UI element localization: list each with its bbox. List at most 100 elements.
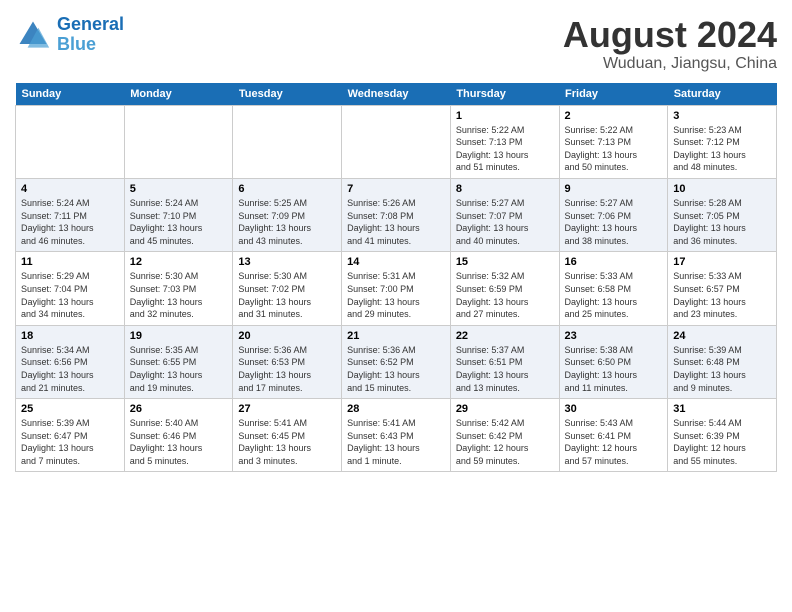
day-info: Sunrise: 5:30 AM Sunset: 7:03 PM Dayligh…: [130, 270, 228, 320]
day-info: Sunrise: 5:26 AM Sunset: 7:08 PM Dayligh…: [347, 197, 445, 247]
day-number: 20: [238, 330, 336, 342]
day-info: Sunrise: 5:36 AM Sunset: 6:53 PM Dayligh…: [238, 344, 336, 394]
day-info: Sunrise: 5:27 AM Sunset: 7:07 PM Dayligh…: [456, 197, 554, 247]
day-number: 29: [456, 403, 554, 415]
table-row: 30 Sunrise: 5:43 AM Sunset: 6:41 PM Dayli…: [559, 399, 668, 472]
day-info: Sunrise: 5:39 AM Sunset: 6:48 PM Dayligh…: [673, 344, 771, 394]
logo-text: GeneralBlue: [57, 15, 124, 55]
table-row: 27 Sunrise: 5:41 AM Sunset: 6:45 PM Dayli…: [233, 399, 342, 472]
day-info: Sunrise: 5:41 AM Sunset: 6:43 PM Dayligh…: [347, 417, 445, 467]
day-number: 12: [130, 256, 228, 268]
day-info: Sunrise: 5:24 AM Sunset: 7:11 PM Dayligh…: [21, 197, 119, 247]
day-number: 27: [238, 403, 336, 415]
logo: GeneralBlue: [15, 15, 124, 55]
day-number: 18: [21, 330, 119, 342]
col-friday: Friday: [559, 83, 668, 106]
table-row: 13Sunrise: 5:30 AM Sunset: 7:02 PM Dayli…: [233, 252, 342, 325]
table-row: 20 Sunrise: 5:36 AM Sunset: 6:53 PM Dayli…: [233, 325, 342, 398]
page-container: GeneralBlue August 2024 Wuduan, Jiangsu,…: [0, 0, 792, 482]
day-info: Sunrise: 5:42 AM Sunset: 6:42 PM Dayligh…: [456, 417, 554, 467]
table-row: 19 Sunrise: 5:35 AM Sunset: 6:55 PM Dayli…: [124, 325, 233, 398]
day-number: 22: [456, 330, 554, 342]
table-row: 26 Sunrise: 5:40 AM Sunset: 6:46 PM Dayli…: [124, 399, 233, 472]
table-row: 8Sunrise: 5:27 AM Sunset: 7:07 PM Daylig…: [450, 178, 559, 251]
table-row: 22 Sunrise: 5:37 AM Sunset: 6:51 PM Dayli…: [450, 325, 559, 398]
day-info: Sunrise: 5:33 AM Sunset: 6:57 PM Dayligh…: [673, 270, 771, 320]
table-row: 24 Sunrise: 5:39 AM Sunset: 6:48 PM Dayli…: [668, 325, 777, 398]
table-row: [233, 105, 342, 178]
day-info: Sunrise: 5:41 AM Sunset: 6:45 PM Dayligh…: [238, 417, 336, 467]
day-info: Sunrise: 5:36 AM Sunset: 6:52 PM Dayligh…: [347, 344, 445, 394]
table-row: [16, 105, 125, 178]
table-row: 16Sunrise: 5:33 AM Sunset: 6:58 PM Dayli…: [559, 252, 668, 325]
table-row: 28 Sunrise: 5:41 AM Sunset: 6:43 PM Dayli…: [342, 399, 451, 472]
day-number: 14: [347, 256, 445, 268]
table-row: 9 Sunrise: 5:27 AM Sunset: 7:06 PM Daylig…: [559, 178, 668, 251]
day-number: 15: [456, 256, 554, 268]
table-row: 7 Sunrise: 5:26 AM Sunset: 7:08 PM Daylig…: [342, 178, 451, 251]
day-info: Sunrise: 5:29 AM Sunset: 7:04 PM Dayligh…: [21, 270, 119, 320]
table-row: 10 Sunrise: 5:28 AM Sunset: 7:05 PM Dayli…: [668, 178, 777, 251]
page-header: GeneralBlue August 2024 Wuduan, Jiangsu,…: [15, 15, 777, 73]
calendar-header-row: Sunday Monday Tuesday Wednesday Thursday…: [16, 83, 777, 106]
day-number: 9: [565, 183, 663, 195]
day-number: 26: [130, 403, 228, 415]
day-number: 23: [565, 330, 663, 342]
col-thursday: Thursday: [450, 83, 559, 106]
day-info: Sunrise: 5:28 AM Sunset: 7:05 PM Dayligh…: [673, 197, 771, 247]
table-row: 12 Sunrise: 5:30 AM Sunset: 7:03 PM Dayli…: [124, 252, 233, 325]
day-number: 7: [347, 183, 445, 195]
table-row: 14 Sunrise: 5:31 AM Sunset: 7:00 PM Dayli…: [342, 252, 451, 325]
calendar-week-row: 25Sunrise: 5:39 AM Sunset: 6:47 PM Dayli…: [16, 399, 777, 472]
day-number: 30: [565, 403, 663, 415]
day-info: Sunrise: 5:35 AM Sunset: 6:55 PM Dayligh…: [130, 344, 228, 394]
day-number: 16: [565, 256, 663, 268]
col-saturday: Saturday: [668, 83, 777, 106]
logo-icon: [15, 17, 51, 53]
calendar-week-row: 11Sunrise: 5:29 AM Sunset: 7:04 PM Dayli…: [16, 252, 777, 325]
day-info: Sunrise: 5:44 AM Sunset: 6:39 PM Dayligh…: [673, 417, 771, 467]
location: Wuduan, Jiangsu, China: [563, 55, 777, 73]
day-number: 28: [347, 403, 445, 415]
day-number: 25: [21, 403, 119, 415]
day-number: 19: [130, 330, 228, 342]
day-info: Sunrise: 5:23 AM Sunset: 7:12 PM Dayligh…: [673, 124, 771, 174]
day-info: Sunrise: 5:30 AM Sunset: 7:02 PM Dayligh…: [238, 270, 336, 320]
month-title: August 2024: [563, 15, 777, 55]
day-number: 4: [21, 183, 119, 195]
table-row: 31Sunrise: 5:44 AM Sunset: 6:39 PM Dayli…: [668, 399, 777, 472]
table-row: [342, 105, 451, 178]
table-row: 2Sunrise: 5:22 AM Sunset: 7:13 PM Daylig…: [559, 105, 668, 178]
day-info: Sunrise: 5:40 AM Sunset: 6:46 PM Dayligh…: [130, 417, 228, 467]
day-info: Sunrise: 5:25 AM Sunset: 7:09 PM Dayligh…: [238, 197, 336, 247]
day-info: Sunrise: 5:31 AM Sunset: 7:00 PM Dayligh…: [347, 270, 445, 320]
calendar-week-row: 4 Sunrise: 5:24 AM Sunset: 7:11 PM Daylig…: [16, 178, 777, 251]
table-row: 5Sunrise: 5:24 AM Sunset: 7:10 PM Daylig…: [124, 178, 233, 251]
calendar-week-row: 18Sunrise: 5:34 AM Sunset: 6:56 PM Dayli…: [16, 325, 777, 398]
table-row: 15 Sunrise: 5:32 AM Sunset: 6:59 PM Dayli…: [450, 252, 559, 325]
day-number: 6: [238, 183, 336, 195]
day-number: 17: [673, 256, 771, 268]
day-info: Sunrise: 5:38 AM Sunset: 6:50 PM Dayligh…: [565, 344, 663, 394]
day-number: 3: [673, 110, 771, 122]
day-info: Sunrise: 5:24 AM Sunset: 7:10 PM Dayligh…: [130, 197, 228, 247]
col-tuesday: Tuesday: [233, 83, 342, 106]
table-row: 4 Sunrise: 5:24 AM Sunset: 7:11 PM Daylig…: [16, 178, 125, 251]
day-number: 1: [456, 110, 554, 122]
day-number: 2: [565, 110, 663, 122]
day-info: Sunrise: 5:27 AM Sunset: 7:06 PM Dayligh…: [565, 197, 663, 247]
day-number: 24: [673, 330, 771, 342]
col-monday: Monday: [124, 83, 233, 106]
day-info: Sunrise: 5:32 AM Sunset: 6:59 PM Dayligh…: [456, 270, 554, 320]
table-row: 3 Sunrise: 5:23 AM Sunset: 7:12 PM Daylig…: [668, 105, 777, 178]
col-wednesday: Wednesday: [342, 83, 451, 106]
calendar-table: Sunday Monday Tuesday Wednesday Thursday…: [15, 83, 777, 473]
table-row: 17 Sunrise: 5:33 AM Sunset: 6:57 PM Dayli…: [668, 252, 777, 325]
day-info: Sunrise: 5:22 AM Sunset: 7:13 PM Dayligh…: [456, 124, 554, 174]
table-row: 18Sunrise: 5:34 AM Sunset: 6:56 PM Dayli…: [16, 325, 125, 398]
calendar-week-row: 1 Sunrise: 5:22 AM Sunset: 7:13 PM Daylig…: [16, 105, 777, 178]
day-info: Sunrise: 5:37 AM Sunset: 6:51 PM Dayligh…: [456, 344, 554, 394]
day-info: Sunrise: 5:43 AM Sunset: 6:41 PM Dayligh…: [565, 417, 663, 467]
day-number: 10: [673, 183, 771, 195]
table-row: 6 Sunrise: 5:25 AM Sunset: 7:09 PM Daylig…: [233, 178, 342, 251]
